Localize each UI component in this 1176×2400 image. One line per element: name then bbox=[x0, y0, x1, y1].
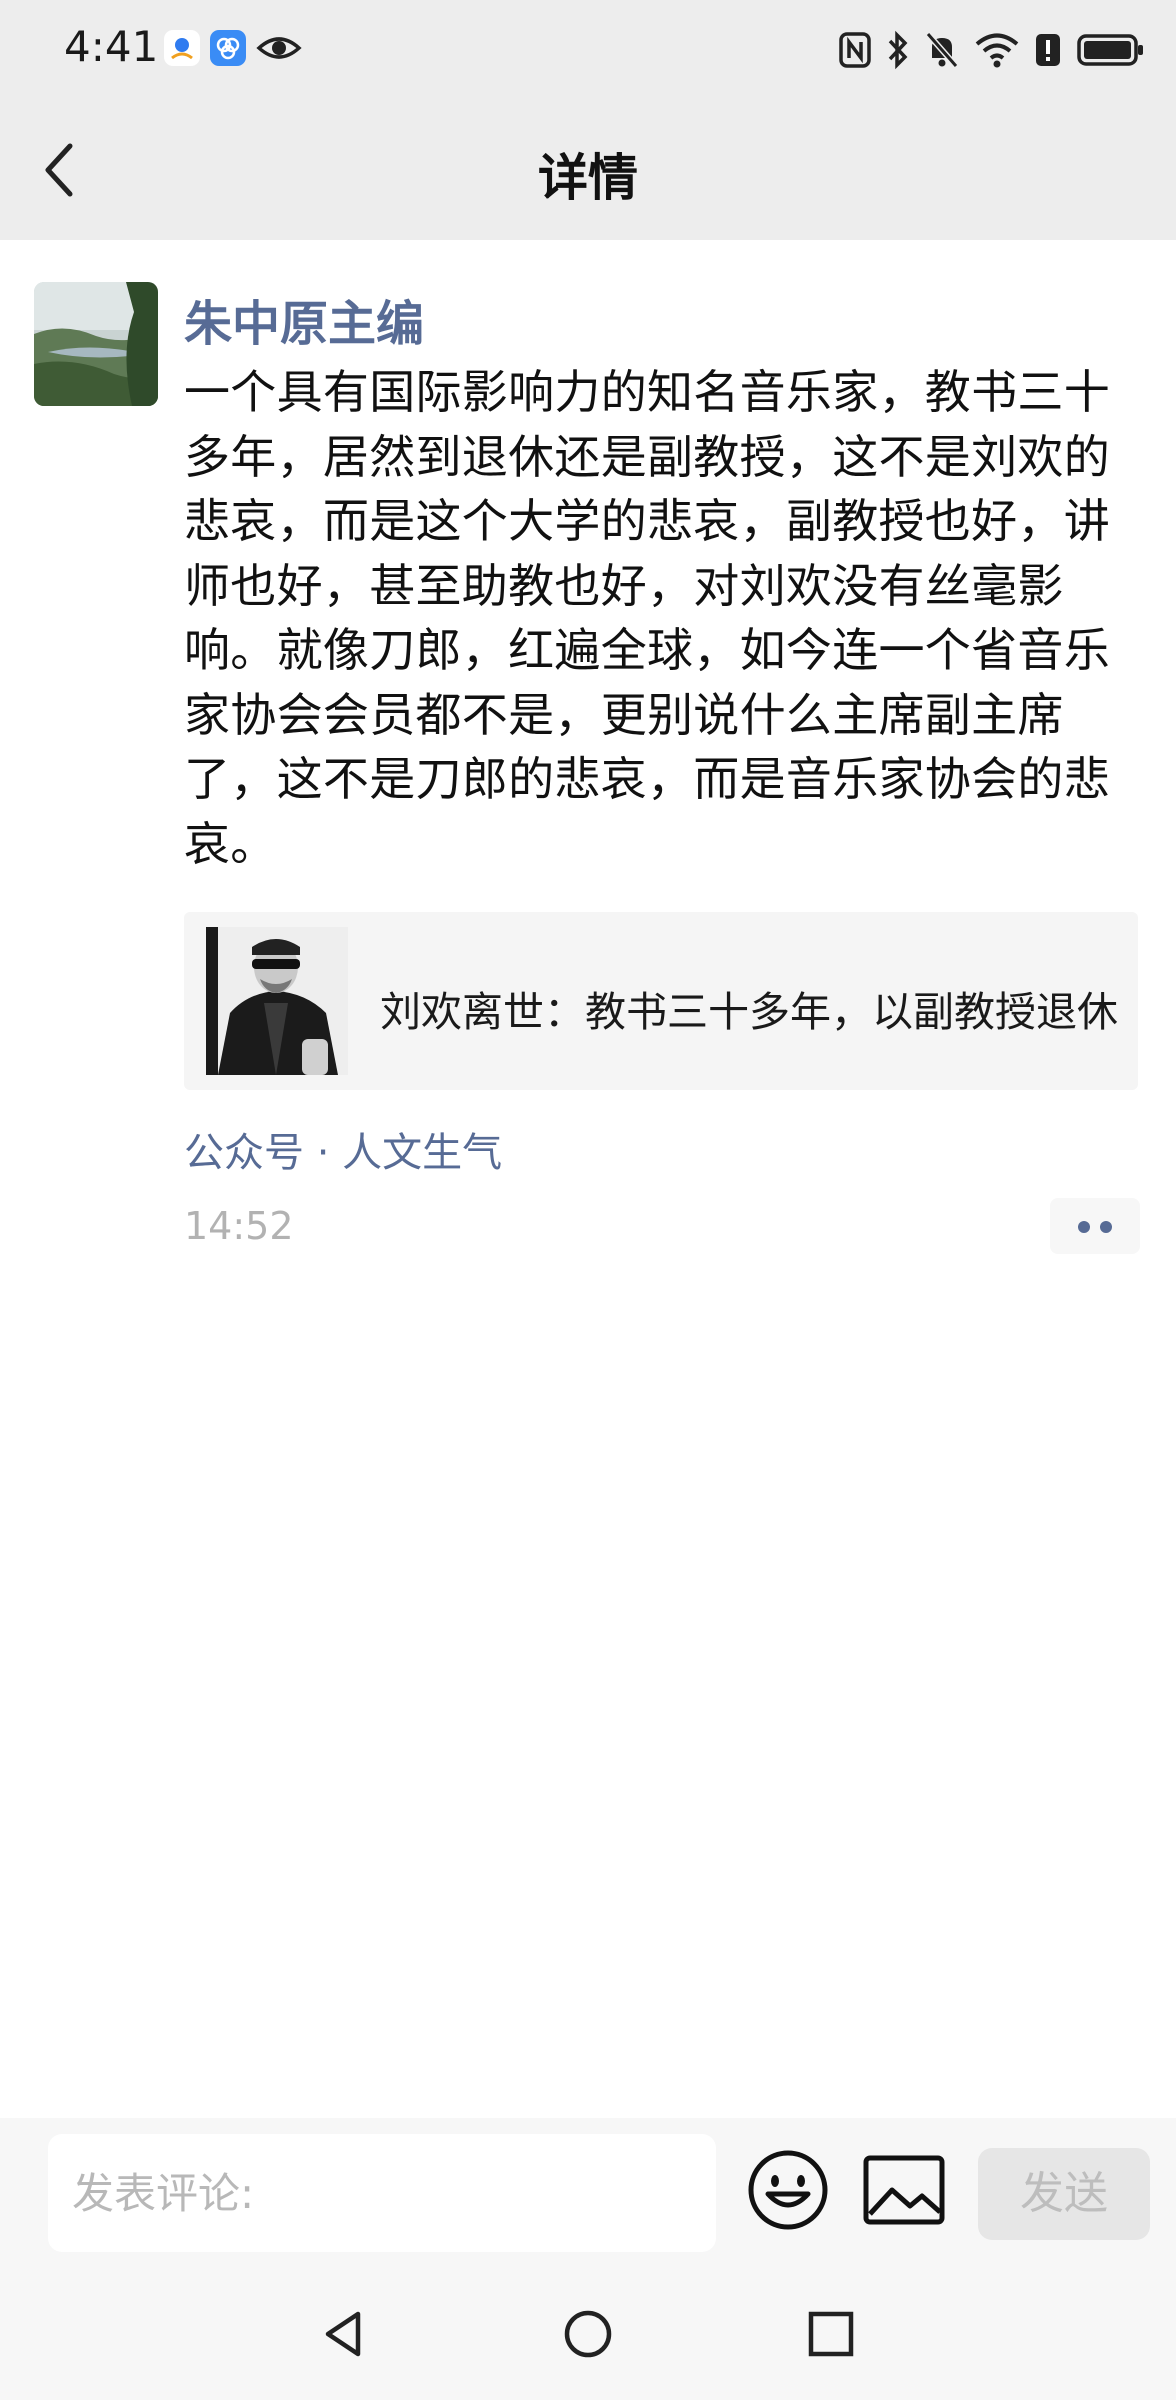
avatar[interactable] bbox=[34, 282, 158, 406]
alert-icon bbox=[1036, 34, 1060, 66]
dot bbox=[1100, 1221, 1112, 1233]
post-time: 14:52 bbox=[184, 1204, 294, 1248]
article-thumbnail bbox=[206, 927, 348, 1075]
image-icon[interactable] bbox=[862, 2154, 946, 2226]
dot bbox=[1078, 1221, 1090, 1233]
comment-bar: 发送 bbox=[0, 2118, 1176, 2268]
status-time: 4:41 bbox=[64, 22, 159, 71]
post-text: 一个具有国际影响力的知名音乐家，教书三十多年，居然到退休还是副教授，这不是刘欢的… bbox=[184, 365, 1110, 871]
location-app-icon bbox=[164, 30, 200, 66]
emoji-icon[interactable] bbox=[746, 2148, 830, 2232]
status-bar: 4:41 bbox=[0, 0, 1176, 100]
send-button[interactable]: 发送 bbox=[978, 2148, 1150, 2240]
comment-input[interactable] bbox=[48, 2134, 716, 2252]
back-triangle-icon[interactable] bbox=[316, 2306, 372, 2362]
status-icons bbox=[838, 28, 1146, 72]
recents-square-icon[interactable] bbox=[803, 2306, 859, 2362]
more-dots-icon[interactable] bbox=[1050, 1198, 1140, 1254]
header-bar: 详情 bbox=[0, 100, 1176, 240]
wifi-icon bbox=[975, 33, 1019, 68]
eye-icon bbox=[256, 30, 302, 66]
bluetooth-icon bbox=[888, 30, 908, 70]
home-circle-icon[interactable] bbox=[560, 2306, 616, 2362]
source-link[interactable]: 公众号 · 人文生气 bbox=[184, 1120, 502, 1178]
flower-app-icon bbox=[210, 30, 246, 66]
mute-icon bbox=[925, 32, 959, 68]
article-title: 刘欢离世：教书三十多年，以副教授退休 bbox=[380, 988, 1118, 1036]
battery-icon bbox=[1077, 34, 1143, 66]
nfc-icon bbox=[839, 32, 871, 68]
page-title: 详情 bbox=[538, 149, 638, 207]
author-name[interactable]: 朱中原主编 bbox=[184, 284, 424, 354]
system-nav-bar bbox=[0, 2268, 1176, 2400]
article-link-card[interactable]: 刘欢离世：教书三十多年，以副教授退休 bbox=[184, 912, 1138, 1090]
